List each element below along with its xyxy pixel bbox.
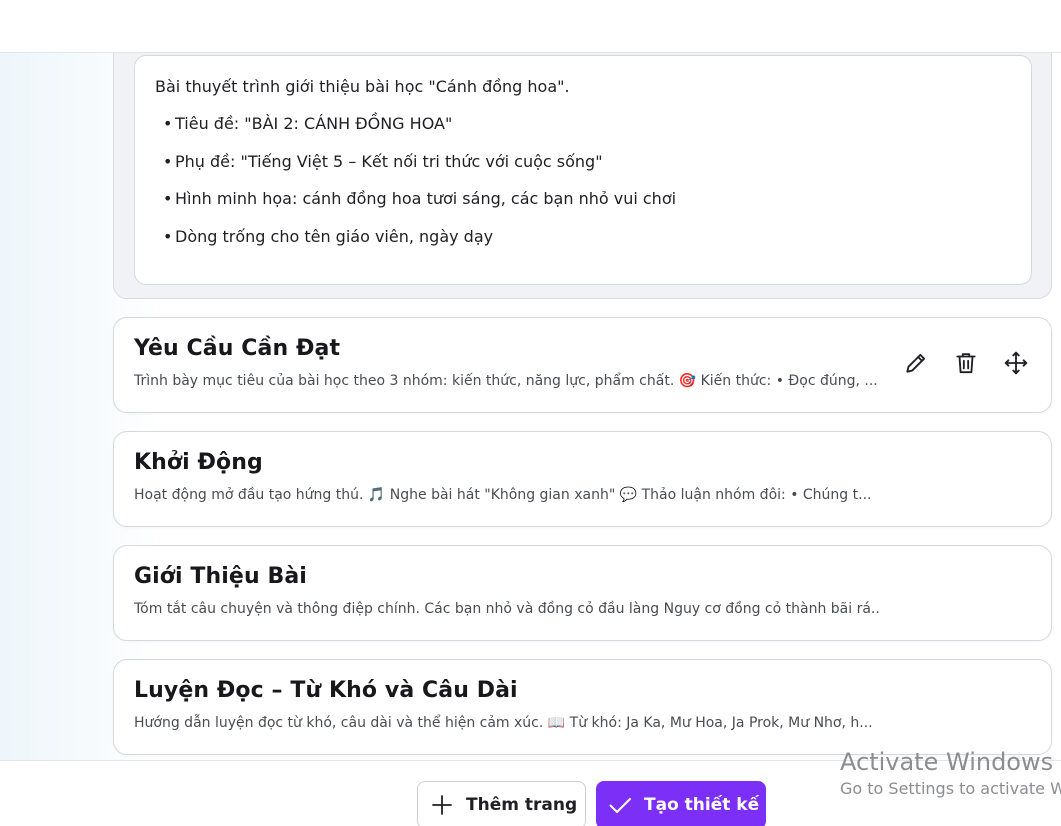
top-bar (0, 0, 1061, 53)
card-description: Tóm tắt câu chuyện và thông điệp chính. … (134, 601, 879, 617)
outline-card-khoi-dong[interactable]: Khởi Động Hoạt động mở đầu tạo hứng thú.… (113, 431, 1052, 527)
bottom-action-bar: Thêm trang Tạo thiết kế (0, 760, 1061, 826)
expanded-card-bullets: Tiêu đề: "BÀI 2: CÁNH ĐỒNG HOA" Phụ đề: … (155, 113, 1011, 248)
card-title: Khởi Động (134, 450, 263, 475)
card-description: Hoạt động mở đầu tạo hứng thú. 🎵 Nghe bà… (134, 487, 872, 503)
add-page-label: Thêm trang (466, 795, 578, 815)
expanded-card-textarea[interactable]: Bài thuyết trình giới thiệu bài học "Cán… (134, 55, 1032, 285)
expanded-outline-card[interactable]: Bài thuyết trình giới thiệu bài học "Cán… (113, 53, 1052, 299)
plus-icon (432, 795, 452, 815)
trash-icon (956, 353, 976, 374)
check-icon (609, 798, 631, 813)
outline-list: Bài thuyết trình giới thiệu bài học "Cán… (0, 53, 1061, 760)
outline-card-yeu-cau[interactable]: Yêu Cầu Cần Đạt Trình bày mục tiêu của b… (113, 317, 1052, 413)
bullet-item: Tiêu đề: "BÀI 2: CÁNH ĐỒNG HOA" (163, 113, 1011, 135)
bullet-item: Dòng trống cho tên giáo viên, ngày dạy (163, 226, 1011, 248)
card-description: Trình bày mục tiêu của bài học theo 3 nh… (134, 373, 878, 389)
bullet-item: Phụ đề: "Tiếng Việt 5 – Kết nối tri thức… (163, 151, 1011, 173)
card-actions (901, 348, 1031, 378)
expanded-card-intro: Bài thuyết trình giới thiệu bài học "Cán… (155, 77, 570, 96)
move-button[interactable] (1001, 348, 1031, 378)
create-design-label: Tạo thiết kế (644, 795, 760, 815)
edit-button[interactable] (901, 348, 931, 378)
add-page-button[interactable]: Thêm trang (417, 781, 586, 826)
bullet-item: Hình minh họa: cánh đồng hoa tươi sáng, … (163, 188, 1011, 210)
outline-card-luyen-doc[interactable]: Luyện Đọc – Từ Khó và Câu Dài Hướng dẫn … (113, 659, 1052, 755)
create-design-button[interactable]: Tạo thiết kế (596, 781, 766, 826)
move-icon (1004, 351, 1028, 375)
outline-card-gioi-thieu[interactable]: Giới Thiệu Bài Tóm tắt câu chuyện và thô… (113, 545, 1052, 641)
card-title: Giới Thiệu Bài (134, 564, 307, 589)
card-description: Hướng dẫn luyện đọc từ khó, câu dài và t… (134, 715, 873, 731)
card-title: Luyện Đọc – Từ Khó và Câu Dài (134, 678, 518, 703)
card-title: Yêu Cầu Cần Đạt (134, 336, 341, 361)
delete-button[interactable] (951, 348, 981, 378)
pencil-icon (906, 353, 926, 373)
